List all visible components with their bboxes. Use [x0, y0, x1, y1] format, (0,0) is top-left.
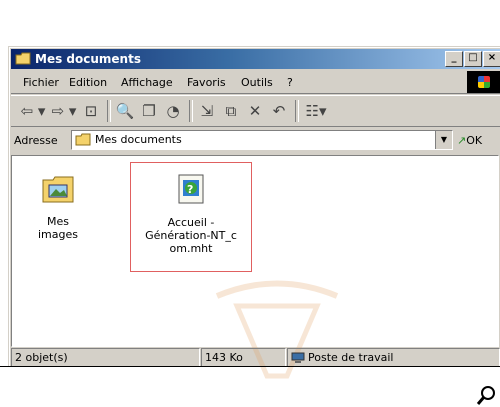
explorer-window: Mes documents _ □ × Fichier Edition Affi…: [8, 46, 500, 379]
close-button[interactable]: ×: [483, 51, 500, 67]
toolbar: ⇦ ▾ ⇨ ▾ ⊡ 🔍 ❐ ◔ ⇲ ⧉ ✕ ↶ ☷▾: [11, 95, 500, 127]
history-icon[interactable]: ◔: [163, 102, 183, 120]
magnifier-icon: [476, 386, 495, 405]
minimize-button[interactable]: _: [445, 51, 463, 67]
menu-affichage[interactable]: Affichage: [121, 76, 173, 89]
watermark-logo: [215, 280, 339, 379]
window-controls: _ □ ×: [444, 51, 500, 67]
toolbar-separator: [107, 100, 111, 122]
frame-border: [0, 366, 500, 367]
file-name-line3: om.mht: [169, 242, 213, 255]
undo-icon[interactable]: ↶: [269, 102, 289, 120]
address-input[interactable]: Mes documents ▼: [71, 130, 453, 150]
window-title: Mes documents: [35, 52, 141, 66]
file-name-line1: Accueil -: [167, 216, 215, 229]
folder-icon: [75, 133, 91, 146]
move-to-icon[interactable]: ⇲: [197, 102, 217, 120]
file-name: Mes images: [38, 215, 78, 241]
delete-icon[interactable]: ✕: [245, 102, 265, 120]
windows-logo-icon: [467, 71, 500, 93]
up-folder-icon[interactable]: ⊡: [81, 102, 101, 120]
folders-icon[interactable]: ❐: [139, 102, 159, 120]
file-item-mes-images[interactable]: Mes images: [26, 174, 90, 241]
back-icon[interactable]: ⇦ ▾: [19, 102, 47, 120]
menu-bar: Fichier Edition Affichage Favoris Outils…: [11, 71, 500, 94]
address-value: Mes documents: [95, 133, 182, 146]
menu-edition[interactable]: Edition: [69, 76, 107, 89]
address-label: Adresse: [14, 134, 58, 147]
status-size: 143 Ko: [201, 348, 286, 367]
toolbar-separator: [189, 100, 193, 122]
status-object-count: 2 objet(s): [11, 348, 200, 367]
folder-icon: [15, 52, 31, 65]
status-location-label: Poste de travail: [308, 351, 394, 364]
views-icon[interactable]: ☷▾: [303, 102, 329, 120]
address-bar: Adresse Mes documents ▼ ↗OK: [11, 128, 500, 152]
file-list: Mes images ? Accueil - Génération-NT_c o…: [11, 155, 499, 379]
go-arrow-icon: ↗: [457, 134, 467, 147]
mht-document-icon: ?: [178, 174, 204, 204]
search-icon[interactable]: 🔍: [115, 102, 135, 120]
address-dropdown-button[interactable]: ▼: [435, 131, 452, 149]
status-bar: 2 objet(s) 143 Ko Poste de travail: [11, 347, 500, 367]
menu-favoris[interactable]: Favoris: [187, 76, 226, 89]
status-location: Poste de travail: [287, 348, 500, 367]
toolbar-separator: [295, 100, 299, 122]
copy-to-icon[interactable]: ⧉: [221, 102, 241, 120]
go-button[interactable]: ↗OK: [457, 134, 482, 147]
folder-images-icon: [42, 176, 74, 203]
file-name-line2: Génération-NT_c: [145, 229, 237, 242]
computer-icon: [291, 352, 305, 363]
maximize-button[interactable]: □: [464, 51, 482, 67]
title-bar[interactable]: Mes documents _ □ ×: [11, 49, 500, 69]
forward-icon[interactable]: ⇨ ▾: [51, 102, 77, 120]
menu-help[interactable]: ?: [287, 76, 293, 89]
go-label: OK: [466, 134, 483, 147]
menu-fichier[interactable]: Fichier: [23, 76, 59, 89]
svg-text:?: ?: [187, 183, 193, 196]
menu-outils[interactable]: Outils: [241, 76, 273, 89]
file-item-accueil-mht[interactable]: ? Accueil - Génération-NT_c om.mht: [130, 162, 252, 272]
